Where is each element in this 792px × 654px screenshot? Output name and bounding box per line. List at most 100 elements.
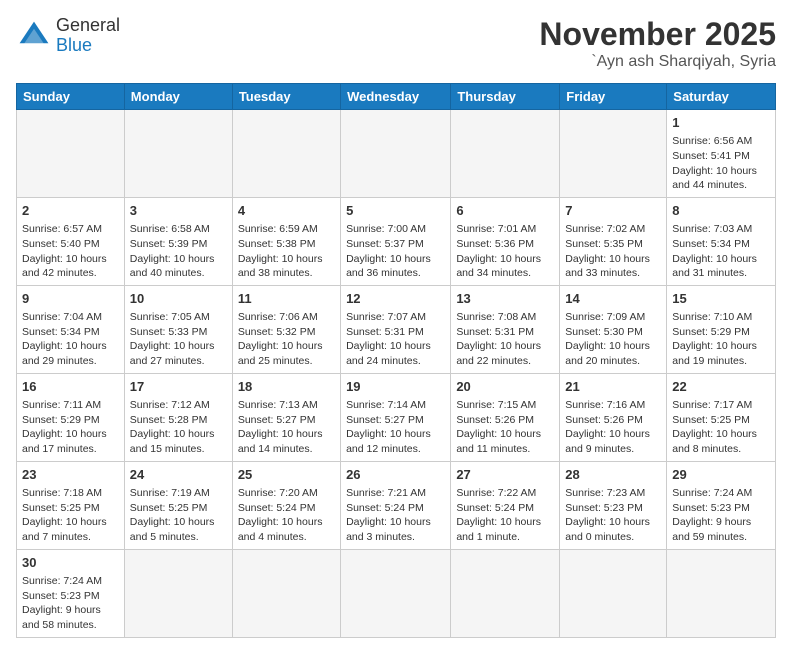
calendar-cell: 12 Sunrise: 7:07 AM Sunset: 5:31 PM Dayli… [341, 285, 451, 373]
day-info: Sunrise: 7:03 AM Sunset: 5:34 PM Dayligh… [672, 222, 770, 281]
calendar-cell: 26 Sunrise: 7:21 AM Sunset: 5:24 PM Dayli… [341, 461, 451, 549]
day-info: Sunrise: 6:59 AM Sunset: 5:38 PM Dayligh… [238, 222, 335, 281]
day-number: 28 [565, 466, 661, 484]
calendar-cell [560, 110, 667, 198]
day-info: Sunrise: 7:07 AM Sunset: 5:31 PM Dayligh… [346, 310, 445, 369]
logo: GeneralBlue [16, 16, 120, 56]
calendar-cell [124, 110, 232, 198]
calendar-cell: 4 Sunrise: 6:59 AM Sunset: 5:38 PM Daylig… [232, 197, 340, 285]
weekday-header-tuesday: Tuesday [232, 84, 340, 110]
title-block: November 2025 `Ayn ash Sharqiyah, Syria [539, 16, 776, 71]
calendar-cell [124, 549, 232, 637]
day-info: Sunrise: 7:20 AM Sunset: 5:24 PM Dayligh… [238, 486, 335, 545]
day-info: Sunrise: 7:10 AM Sunset: 5:29 PM Dayligh… [672, 310, 770, 369]
day-number: 22 [672, 378, 770, 396]
day-number: 11 [238, 290, 335, 308]
day-info: Sunrise: 7:13 AM Sunset: 5:27 PM Dayligh… [238, 398, 335, 457]
calendar-week-2: 2 Sunrise: 6:57 AM Sunset: 5:40 PM Daylig… [17, 197, 776, 285]
day-number: 20 [456, 378, 554, 396]
day-number: 4 [238, 202, 335, 220]
day-info: Sunrise: 7:16 AM Sunset: 5:26 PM Dayligh… [565, 398, 661, 457]
calendar-cell: 30 Sunrise: 7:24 AM Sunset: 5:23 PM Dayli… [17, 549, 125, 637]
calendar-cell: 20 Sunrise: 7:15 AM Sunset: 5:26 PM Dayli… [451, 373, 560, 461]
weekday-header-thursday: Thursday [451, 84, 560, 110]
weekday-header-monday: Monday [124, 84, 232, 110]
calendar-cell: 18 Sunrise: 7:13 AM Sunset: 5:27 PM Dayli… [232, 373, 340, 461]
weekday-header-wednesday: Wednesday [341, 84, 451, 110]
day-number: 30 [22, 554, 119, 572]
day-number: 2 [22, 202, 119, 220]
day-info: Sunrise: 7:22 AM Sunset: 5:24 PM Dayligh… [456, 486, 554, 545]
calendar-cell: 15 Sunrise: 7:10 AM Sunset: 5:29 PM Dayli… [667, 285, 776, 373]
day-info: Sunrise: 7:14 AM Sunset: 5:27 PM Dayligh… [346, 398, 445, 457]
calendar-cell [232, 110, 340, 198]
day-info: Sunrise: 7:24 AM Sunset: 5:23 PM Dayligh… [22, 574, 119, 633]
calendar-cell [17, 110, 125, 198]
day-number: 12 [346, 290, 445, 308]
day-info: Sunrise: 7:08 AM Sunset: 5:31 PM Dayligh… [456, 310, 554, 369]
calendar-cell: 6 Sunrise: 7:01 AM Sunset: 5:36 PM Daylig… [451, 197, 560, 285]
calendar-cell: 29Sunrise: 7:24 AM Sunset: 5:23 PM Dayli… [667, 461, 776, 549]
day-number: 15 [672, 290, 770, 308]
weekday-header-friday: Friday [560, 84, 667, 110]
calendar-cell: 5Sunrise: 7:00 AM Sunset: 5:37 PM Daylig… [341, 197, 451, 285]
calendar-cell: 1Sunrise: 6:56 AM Sunset: 5:41 PM Daylig… [667, 110, 776, 198]
day-info: Sunrise: 7:04 AM Sunset: 5:34 PM Dayligh… [22, 310, 119, 369]
day-number: 23 [22, 466, 119, 484]
day-info: Sunrise: 7:18 AM Sunset: 5:25 PM Dayligh… [22, 486, 119, 545]
day-number: 1 [672, 114, 770, 132]
calendar-header: SundayMondayTuesdayWednesdayThursdayFrid… [17, 84, 776, 110]
day-info: Sunrise: 7:12 AM Sunset: 5:28 PM Dayligh… [130, 398, 227, 457]
location-title: `Ayn ash Sharqiyah, Syria [539, 53, 776, 71]
day-number: 7 [565, 202, 661, 220]
day-number: 27 [456, 466, 554, 484]
calendar-cell [232, 549, 340, 637]
calendar-cell: 23 Sunrise: 7:18 AM Sunset: 5:25 PM Dayli… [17, 461, 125, 549]
day-info: Sunrise: 7:05 AM Sunset: 5:33 PM Dayligh… [130, 310, 227, 369]
calendar-table: SundayMondayTuesdayWednesdayThursdayFrid… [16, 83, 776, 638]
day-info: Sunrise: 7:21 AM Sunset: 5:24 PM Dayligh… [346, 486, 445, 545]
page-header: GeneralBlue November 2025 `Ayn ash Sharq… [16, 16, 776, 71]
day-number: 6 [456, 202, 554, 220]
calendar-cell: 7 Sunrise: 7:02 AM Sunset: 5:35 PM Daylig… [560, 197, 667, 285]
calendar-cell: 22 Sunrise: 7:17 AM Sunset: 5:25 PM Dayli… [667, 373, 776, 461]
day-number: 9 [22, 290, 119, 308]
day-info: Sunrise: 6:58 AM Sunset: 5:39 PM Dayligh… [130, 222, 227, 281]
calendar-cell: 9 Sunrise: 7:04 AM Sunset: 5:34 PM Daylig… [17, 285, 125, 373]
day-number: 19 [346, 378, 445, 396]
calendar-cell: 16Sunrise: 7:11 AM Sunset: 5:29 PM Dayli… [17, 373, 125, 461]
day-number: 10 [130, 290, 227, 308]
weekday-header-sunday: Sunday [17, 84, 125, 110]
calendar-cell [560, 549, 667, 637]
day-info: Sunrise: 7:01 AM Sunset: 5:36 PM Dayligh… [456, 222, 554, 281]
day-number: 18 [238, 378, 335, 396]
day-info: Sunrise: 7:02 AM Sunset: 5:35 PM Dayligh… [565, 222, 661, 281]
calendar-cell [667, 549, 776, 637]
day-number: 16 [22, 378, 119, 396]
calendar-week-6: 30 Sunrise: 7:24 AM Sunset: 5:23 PM Dayli… [17, 549, 776, 637]
calendar-cell: 10 Sunrise: 7:05 AM Sunset: 5:33 PM Dayli… [124, 285, 232, 373]
calendar-cell [341, 110, 451, 198]
calendar-cell: 8Sunrise: 7:03 AM Sunset: 5:34 PM Daylig… [667, 197, 776, 285]
calendar-week-4: 16Sunrise: 7:11 AM Sunset: 5:29 PM Dayli… [17, 373, 776, 461]
calendar-cell: 21Sunrise: 7:16 AM Sunset: 5:26 PM Dayli… [560, 373, 667, 461]
day-info: Sunrise: 7:23 AM Sunset: 5:23 PM Dayligh… [565, 486, 661, 545]
day-number: 17 [130, 378, 227, 396]
calendar-cell [451, 110, 560, 198]
day-number: 5 [346, 202, 445, 220]
day-number: 26 [346, 466, 445, 484]
day-number: 14 [565, 290, 661, 308]
calendar-week-5: 23 Sunrise: 7:18 AM Sunset: 5:25 PM Dayli… [17, 461, 776, 549]
calendar-cell [451, 549, 560, 637]
logo-icon [16, 18, 52, 54]
day-number: 25 [238, 466, 335, 484]
day-info: Sunrise: 7:15 AM Sunset: 5:26 PM Dayligh… [456, 398, 554, 457]
day-info: Sunrise: 6:57 AM Sunset: 5:40 PM Dayligh… [22, 222, 119, 281]
calendar-cell: 17 Sunrise: 7:12 AM Sunset: 5:28 PM Dayli… [124, 373, 232, 461]
calendar-cell: 14Sunrise: 7:09 AM Sunset: 5:30 PM Dayli… [560, 285, 667, 373]
weekday-header-saturday: Saturday [667, 84, 776, 110]
calendar-cell: 19 Sunrise: 7:14 AM Sunset: 5:27 PM Dayli… [341, 373, 451, 461]
day-number: 29 [672, 466, 770, 484]
calendar-body: 1Sunrise: 6:56 AM Sunset: 5:41 PM Daylig… [17, 110, 776, 638]
day-info: Sunrise: 7:17 AM Sunset: 5:25 PM Dayligh… [672, 398, 770, 457]
